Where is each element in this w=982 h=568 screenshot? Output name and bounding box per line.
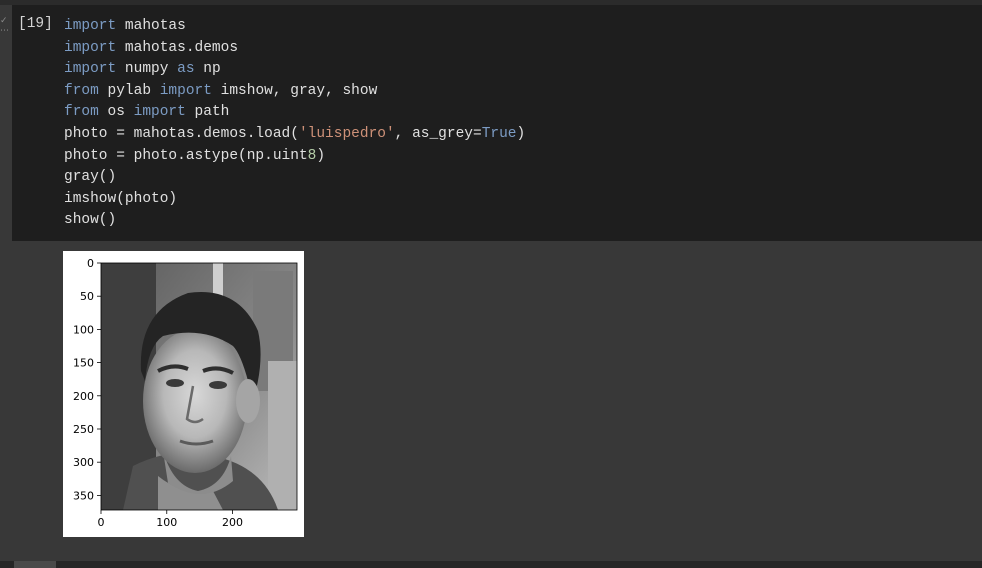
code-line[interactable]: imshow(photo)	[64, 191, 177, 207]
image-plot: 0 50 100 150 200 250 300 350 0 100 200	[73, 257, 298, 529]
code-token: photo = mahotas.demos.load(	[64, 125, 299, 142]
y-tick-label: 200	[73, 390, 94, 403]
code-token: numpy	[116, 61, 178, 78]
code-token: np	[194, 61, 221, 78]
code-token: import	[64, 61, 117, 78]
code-line[interactable]: gray()	[64, 169, 116, 185]
code-editor[interactable]: import mahotas import mahotas.demos impo…	[64, 16, 525, 232]
code-token: photo = photo.astype(np.uint	[64, 147, 308, 164]
dots-icon[interactable]: ⋯	[0, 26, 10, 36]
code-token: pylab	[98, 82, 160, 99]
code-token: show()	[64, 212, 117, 229]
code-token: 'luispedro'	[298, 125, 395, 142]
y-tick-label: 350	[73, 489, 94, 502]
next-cell-tab[interactable]	[14, 561, 56, 568]
code-token: mahotas	[116, 18, 186, 34]
y-tick-label: 250	[73, 423, 94, 436]
y-tick-label: 50	[80, 290, 94, 303]
next-cell-strip	[0, 561, 982, 568]
code-token: imshow, gray, show	[211, 82, 378, 99]
code-line[interactable]: from pylab import imshow, gray, show	[64, 83, 377, 99]
checkmark-icon: ✓	[0, 16, 8, 26]
x-tick-label: 200	[222, 516, 243, 529]
code-token: mahotas.demos	[116, 39, 239, 56]
code-token: from	[64, 104, 99, 121]
code-token: import	[159, 82, 212, 99]
code-line[interactable]: photo = mahotas.demos.load('luispedro', …	[64, 126, 525, 142]
execution-count: [19]	[18, 16, 53, 32]
code-token: from	[64, 82, 99, 99]
cell-gutter: ✓ ⋯	[0, 16, 10, 36]
code-token: os	[98, 104, 134, 121]
y-tick-label: 100	[73, 323, 94, 336]
code-token: path	[185, 104, 230, 121]
code-line[interactable]: import mahotas	[64, 18, 186, 34]
code-line[interactable]: import mahotas.demos	[64, 40, 238, 56]
code-token: gray()	[64, 169, 117, 186]
x-tick-label: 100	[156, 516, 177, 529]
grayscale-photo	[101, 263, 297, 510]
code-line[interactable]: import numpy as np	[64, 61, 221, 77]
code-token: import	[64, 18, 117, 34]
code-token: import	[64, 39, 117, 56]
code-token: imshow(photo)	[64, 190, 178, 207]
code-token: , as_grey=	[394, 125, 482, 142]
code-line[interactable]: from os import path	[64, 104, 229, 120]
code-token: import	[133, 104, 186, 121]
cell-output: 0 50 100 150 200 250 300 350 0 100 200	[63, 251, 304, 537]
code-line[interactable]: show()	[64, 212, 116, 228]
code-cell[interactable]: [19] import mahotas import mahotas.demos…	[12, 5, 982, 241]
x-tick-label: 0	[98, 516, 105, 529]
y-tick-label: 150	[73, 357, 94, 370]
code-token: True	[481, 125, 517, 142]
code-token: )	[516, 125, 526, 142]
y-tick-label: 300	[73, 456, 94, 469]
code-line[interactable]: photo = photo.astype(np.uint8)	[64, 148, 325, 164]
y-tick-label: 0	[87, 257, 94, 270]
code-token: as	[177, 61, 195, 78]
code-token: )	[316, 147, 326, 164]
